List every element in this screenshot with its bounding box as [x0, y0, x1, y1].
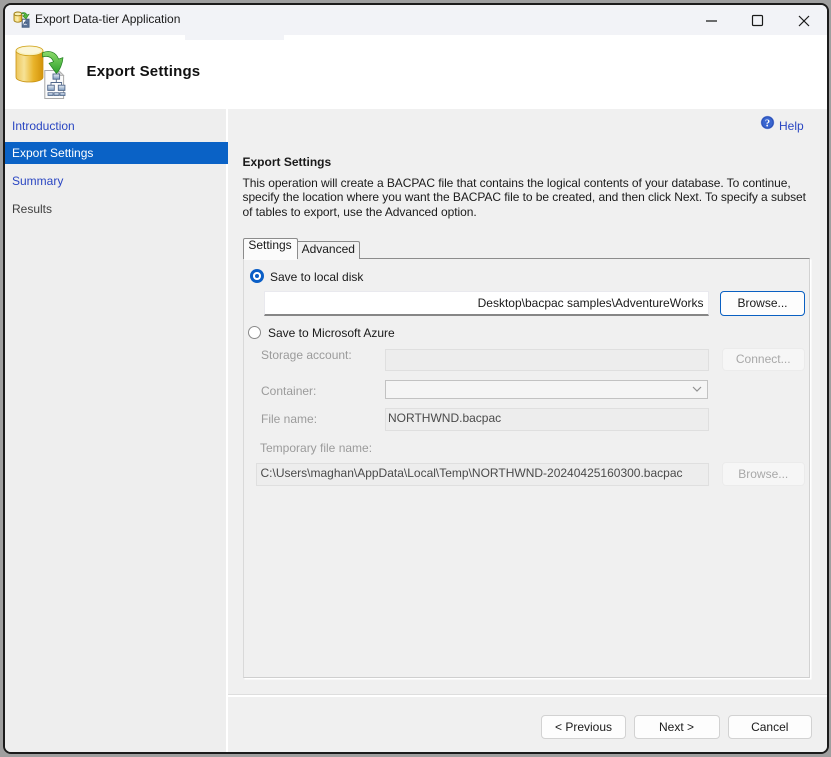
svg-text:?: ?: [765, 118, 770, 129]
